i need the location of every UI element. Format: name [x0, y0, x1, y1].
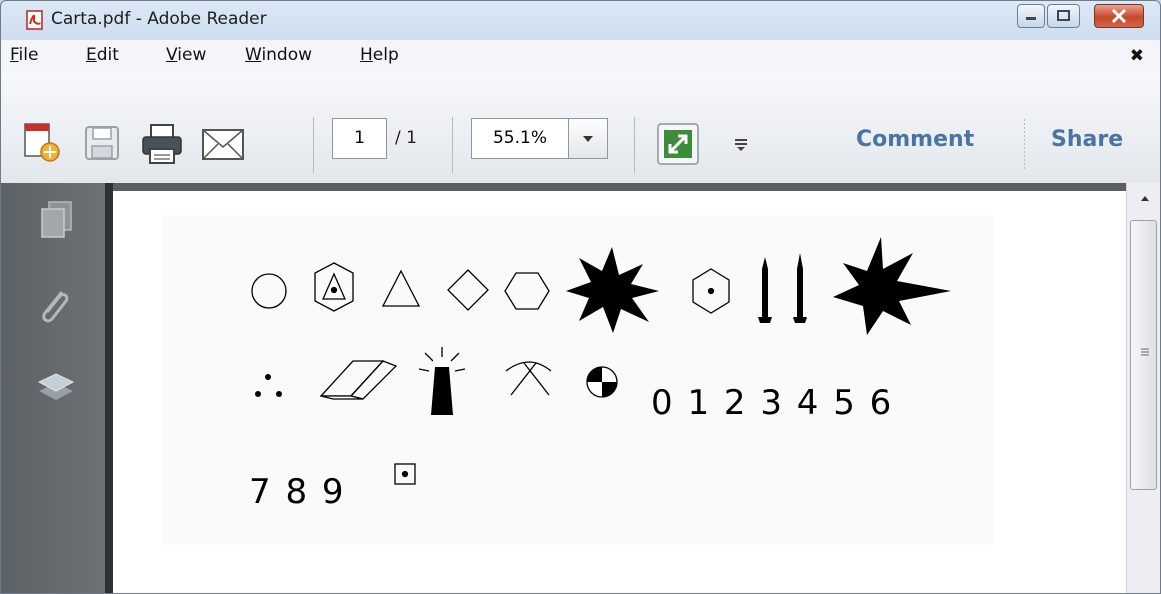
pane-splitter[interactable] — [105, 183, 113, 593]
zoom-input[interactable]: 55.1% — [471, 118, 569, 159]
window-title: Carta.pdf - Adobe Reader — [51, 9, 267, 29]
minimize-icon — [1026, 17, 1036, 20]
pdf-page — [113, 191, 1126, 593]
email-icon[interactable] — [200, 127, 246, 163]
scroll-up-arrow-icon[interactable] — [1139, 193, 1151, 203]
toolbar-separator — [313, 117, 314, 173]
toolbar-separator — [1024, 119, 1025, 171]
close-icon — [1111, 8, 1127, 24]
zoom-dropdown-button[interactable] — [569, 118, 608, 159]
page-total-label: / 1 — [395, 128, 417, 148]
menu-help[interactable]: Help — [360, 45, 399, 65]
close-document-icon[interactable]: ✖ — [1130, 46, 1144, 66]
layers-icon[interactable] — [35, 369, 77, 409]
share-button[interactable]: Share — [1051, 127, 1123, 152]
maximize-icon — [1057, 10, 1070, 21]
toolbar-separator — [634, 117, 635, 173]
comment-button[interactable]: Comment — [856, 127, 974, 152]
vertical-scrollbar[interactable] — [1126, 183, 1160, 593]
toolbar-options-icon[interactable] — [731, 134, 751, 154]
minimize-button[interactable] — [1017, 4, 1045, 28]
maximize-button[interactable] — [1047, 4, 1080, 28]
menu-window[interactable]: Window — [245, 45, 312, 65]
grip-icon — [1141, 348, 1149, 356]
save-icon[interactable] — [83, 124, 123, 164]
digits-line-1: 0 1 2 3 4 5 6 — [651, 383, 892, 423]
menu-file[interactable]: File — [10, 45, 38, 65]
attachments-icon[interactable] — [35, 285, 75, 331]
menu-bar: File Edit View Window Help ✖ — [1, 39, 1160, 72]
fullscreen-icon[interactable] — [656, 122, 700, 166]
title-bar[interactable]: Carta.pdf - Adobe Reader — [1, 1, 1160, 39]
dropdown-arrow-icon — [583, 136, 593, 142]
pages-icon[interactable] — [37, 199, 77, 243]
toolbar-separator — [452, 117, 453, 173]
digits-line-2: 7 8 9 — [249, 472, 344, 512]
scroll-thumb[interactable] — [1130, 220, 1157, 490]
create-pdf-icon[interactable] — [21, 122, 63, 164]
close-button[interactable] — [1094, 4, 1144, 28]
menu-edit[interactable]: Edit — [86, 45, 119, 65]
app-window: Carta.pdf - Adobe Reader File Edit View … — [0, 0, 1161, 594]
navigation-pane — [1, 183, 105, 593]
print-icon[interactable] — [140, 122, 184, 166]
pdf-app-icon — [26, 10, 43, 30]
menu-view[interactable]: View — [166, 45, 206, 65]
page-number-input[interactable]: 1 — [332, 118, 387, 159]
